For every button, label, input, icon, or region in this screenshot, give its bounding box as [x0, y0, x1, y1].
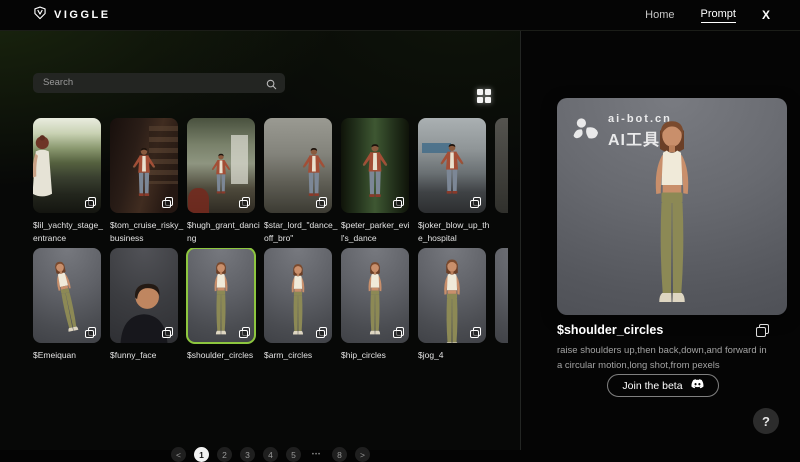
- video-thumbnail[interactable]: [341, 248, 409, 343]
- gallery-cell: $arm_circles: [264, 248, 341, 362]
- thumbnail-label: $joker_blow_up_the_hospital: [418, 219, 492, 245]
- pagination-page-1[interactable]: 1: [194, 447, 209, 462]
- pagination-page-2[interactable]: 2: [217, 447, 232, 462]
- preview-card[interactable]: ai-bot.cn AI工具集: [557, 98, 787, 315]
- search-icon[interactable]: [266, 77, 277, 95]
- join-beta-button[interactable]: Join the beta: [607, 374, 718, 397]
- video-thumbnail[interactable]: [187, 118, 255, 213]
- copy-icon[interactable]: [316, 197, 327, 208]
- video-thumbnail[interactable]: [264, 118, 332, 213]
- video-thumbnail[interactable]: [264, 248, 332, 343]
- help-button[interactable]: ?: [753, 408, 779, 434]
- pagination-page-8[interactable]: 8: [332, 447, 347, 462]
- discord-icon: [691, 379, 704, 392]
- gallery-cell: $lil_yachty_stage_entrance: [33, 118, 110, 245]
- thumbnail-label: $shoulder_circles: [187, 349, 261, 362]
- detail-description: raise shoulders up,then back,down,and fo…: [557, 343, 771, 373]
- thumbnail-label: $arm_circles: [264, 349, 338, 362]
- gallery-cell: [495, 118, 508, 213]
- copy-icon[interactable]: [85, 197, 96, 208]
- pagination-ellipsis: •••: [309, 447, 324, 462]
- search-bar: [33, 72, 285, 92]
- copy-icon[interactable]: [316, 327, 327, 338]
- video-thumbnail[interactable]: [110, 248, 178, 343]
- gallery-cell: $tom_cruise_risky_business: [110, 118, 187, 245]
- video-thumbnail[interactable]: [341, 118, 409, 213]
- video-thumbnail[interactable]: [418, 248, 486, 343]
- pagination-page-5[interactable]: 5: [286, 447, 301, 462]
- video-thumbnail[interactable]: [33, 248, 101, 343]
- video-thumbnail[interactable]: [418, 118, 486, 213]
- pagination: < 1 2 3 4 5 ••• 8 >: [33, 447, 508, 462]
- gallery-row-1: $lil_yachty_stage_entrance $tom_cruise_r…: [33, 118, 508, 248]
- gallery-cell: $funny_face: [110, 248, 187, 362]
- gallery-cell: $Emeiquan: [33, 248, 110, 362]
- brand-name: VIGGLE: [54, 9, 111, 21]
- search-input[interactable]: [33, 73, 285, 93]
- video-thumbnail-partial[interactable]: [495, 248, 508, 343]
- detail-panel: Example ai-bot.cn AI工具集 $shoulder_circle…: [521, 30, 800, 450]
- copy-icon[interactable]: [470, 327, 481, 338]
- gallery-row-2: $Emeiquan $funny_face $shoulder_circles …: [33, 248, 508, 378]
- grid-view-icon[interactable]: [477, 89, 491, 103]
- ai-bot-logo-icon: [572, 117, 600, 146]
- gallery-cell: $shoulder_circles: [187, 248, 264, 362]
- copy-icon[interactable]: [393, 197, 404, 208]
- gallery-cell: $hugh_grant_dancing: [187, 118, 264, 245]
- copy-icon[interactable]: [162, 197, 173, 208]
- copy-icon[interactable]: [85, 327, 96, 338]
- copy-prompt-icon[interactable]: [756, 324, 769, 337]
- cta-row: Join the beta: [557, 374, 769, 397]
- viggle-logo-icon: [33, 6, 47, 25]
- copy-icon[interactable]: [239, 197, 250, 208]
- thumbnail-label: $hugh_grant_dancing: [187, 219, 261, 245]
- top-nav: Home Prompt X: [645, 8, 800, 23]
- copy-icon[interactable]: [470, 197, 481, 208]
- pagination-page-3[interactable]: 3: [240, 447, 255, 462]
- thumbnail-label: $peter_parker_evil's_dance: [341, 219, 415, 245]
- nav-home-link[interactable]: Home: [645, 9, 674, 21]
- thumbnail-label: $lil_yachty_stage_entrance: [33, 219, 107, 245]
- thumbnail-label: $funny_face: [110, 349, 184, 362]
- thumbnail-label: $Emeiquan: [33, 349, 107, 362]
- detail-title: $shoulder_circles: [557, 323, 663, 337]
- pagination-next-button[interactable]: >: [355, 447, 370, 462]
- video-thumbnail-partial[interactable]: [495, 118, 508, 213]
- pagination-page-4[interactable]: 4: [263, 447, 278, 462]
- detail-title-row: $shoulder_circles: [557, 323, 769, 337]
- nav-x-link[interactable]: X: [762, 8, 770, 22]
- gallery-cell: $jog_4: [418, 248, 495, 362]
- thumbnail-label: $star_lord_"dance_off_bro": [264, 219, 338, 245]
- copy-icon[interactable]: [393, 327, 404, 338]
- gallery-cell: $star_lord_"dance_off_bro": [264, 118, 341, 245]
- thumbnail-label: $jog_4: [418, 349, 492, 362]
- video-thumbnail[interactable]: [110, 118, 178, 213]
- viggle-logo[interactable]: VIGGLE: [33, 6, 111, 25]
- gallery-cell: [495, 248, 508, 343]
- gallery-panel: $lil_yachty_stage_entrance $tom_cruise_r…: [0, 30, 520, 450]
- video-thumbnail[interactable]: [33, 118, 101, 213]
- copy-icon[interactable]: [162, 327, 173, 338]
- gallery-cell: $hip_circles: [341, 248, 418, 362]
- thumbnail-label: $hip_circles: [341, 349, 415, 362]
- gallery-cell: $joker_blow_up_the_hospital: [418, 118, 495, 245]
- copy-icon[interactable]: [239, 327, 250, 338]
- thumbnail-label: $tom_cruise_risky_business: [110, 219, 184, 245]
- video-thumbnail-selected[interactable]: [187, 248, 255, 343]
- gallery-cell: $peter_parker_evil's_dance: [341, 118, 418, 245]
- pagination-prev-button[interactable]: <: [171, 447, 186, 462]
- nav-prompt-link[interactable]: Prompt: [701, 8, 736, 23]
- top-bar: VIGGLE Home Prompt X: [0, 0, 800, 31]
- join-beta-label: Join the beta: [622, 380, 682, 392]
